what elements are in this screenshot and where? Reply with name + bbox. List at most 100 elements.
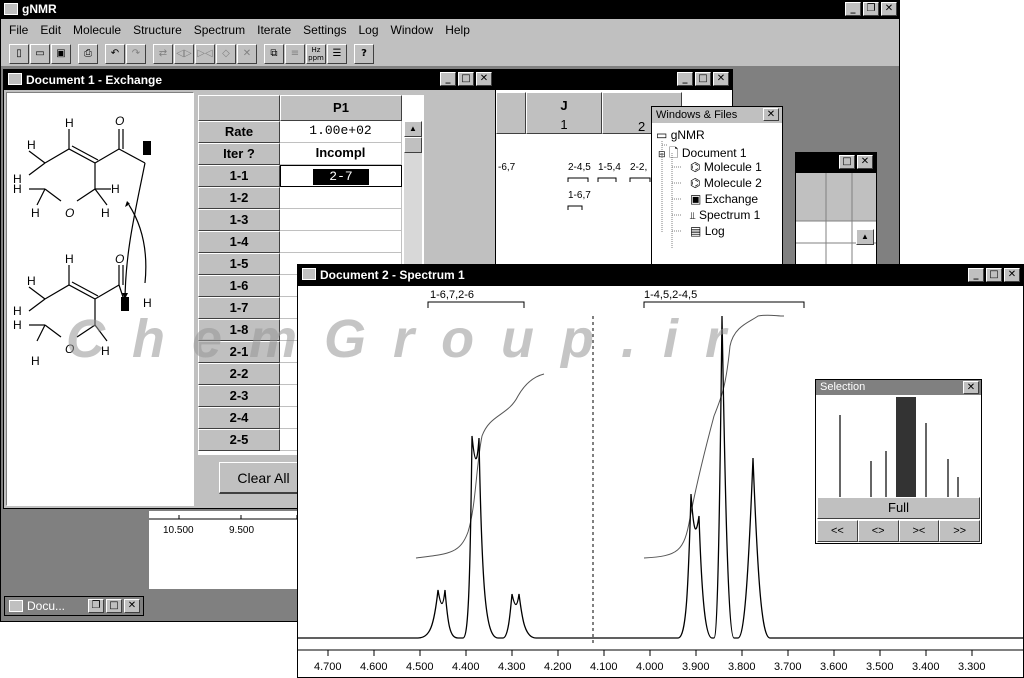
scroll-up-icon[interactable]: ▲ (404, 121, 422, 137)
menu-edit[interactable]: Edit (34, 19, 67, 41)
tree-item-exchange[interactable]: ▣ Exchange (690, 192, 758, 206)
link-icon[interactable]: ⇄ (153, 43, 173, 64)
zoom-in-button[interactable]: >< (898, 520, 940, 542)
menu-spectrum[interactable]: Spectrum (188, 19, 251, 41)
maximize-icon[interactable]: □ (106, 599, 122, 613)
app-title: gNMR (22, 2, 57, 16)
axis-tick-label: 4.700 (314, 661, 342, 673)
tree-item-log[interactable]: ▤ Log (690, 224, 725, 238)
tree-item-gnmr[interactable]: ▭ gNMR (656, 128, 705, 142)
close-icon[interactable]: ✕ (857, 155, 873, 169)
close-icon[interactable]: ✕ (1004, 268, 1020, 282)
restore-icon[interactable]: ❐ (88, 599, 104, 613)
row-label[interactable]: 2-3 (198, 385, 280, 407)
menu-window[interactable]: Window (385, 19, 440, 41)
contract-horizontal-icon[interactable]: ▷◁ (195, 43, 215, 64)
app-icon (4, 3, 18, 15)
row-label[interactable]: 1-5 (198, 253, 280, 275)
row-value-cell[interactable]: 1.00e+02 (280, 121, 402, 143)
grid-scroll-up[interactable]: ▲ (856, 229, 874, 245)
close-icon[interactable]: ✕ (763, 108, 779, 121)
print-icon[interactable]: ⎙ (78, 43, 98, 64)
row-label[interactable]: 1-3 (198, 209, 280, 231)
new-file-icon[interactable]: ▯ (9, 43, 29, 64)
row-value-cell[interactable]: 2-7 (280, 165, 402, 187)
zoom-out-button[interactable]: <> (857, 520, 899, 542)
maximize-icon[interactable]: □ (695, 72, 711, 86)
tree-item-spectrum1[interactable]: ⫫ Spectrum 1 (690, 208, 760, 222)
expand-horizontal-icon[interactable]: ◁▷ (174, 43, 194, 64)
row-label[interactable]: 2-2 (198, 363, 280, 385)
clear-all-button[interactable]: Clear All (219, 462, 309, 494)
close-icon[interactable]: ✕ (124, 599, 140, 613)
menu-file[interactable]: File (3, 19, 34, 41)
full-view-button[interactable]: Full (817, 497, 980, 519)
options-icon[interactable]: ☰ (327, 43, 347, 64)
minimized-document[interactable]: Docu... ❐ □ ✕ (4, 596, 144, 616)
close-icon[interactable]: ✕ (881, 2, 897, 16)
back-tick-0: 10.500 (163, 525, 194, 536)
tree-item-molecule1[interactable]: ⌬ Molecule 1 (690, 160, 762, 174)
maximize-icon[interactable]: □ (839, 155, 855, 169)
menu-log[interactable]: Log (353, 19, 385, 41)
list-icon[interactable]: ≡ (285, 43, 305, 64)
menu-molecule[interactable]: Molecule (67, 19, 127, 41)
selection-preview[interactable] (816, 395, 981, 497)
expand-vertical-icon[interactable]: ◇ (216, 43, 236, 64)
integral-curve-right (643, 314, 785, 559)
row-value-cell[interactable] (280, 209, 402, 231)
row-value-cell[interactable]: Incompl (280, 143, 402, 165)
row-value-cell[interactable] (280, 231, 402, 253)
minimize-icon[interactable]: _ (677, 72, 693, 86)
row-label[interactable]: 1-4 (198, 231, 280, 253)
row-label[interactable]: 1-7 (198, 297, 280, 319)
scroll-far-left-button[interactable]: << (817, 520, 858, 542)
save-icon[interactable]: ▣ (51, 43, 71, 64)
atom-h: H (31, 354, 40, 368)
row-label[interactable]: Iter ? (198, 143, 280, 165)
help-button[interactable]: ? (354, 43, 374, 64)
exchange-icon: ▣ (690, 192, 702, 206)
minimize-icon[interactable]: _ (440, 72, 456, 86)
row-label[interactable]: 2-1 (198, 341, 280, 363)
close-icon[interactable]: ✕ (713, 72, 729, 86)
menu-iterate[interactable]: Iterate (251, 19, 297, 41)
doc2-titlebar: Document 2 - Spectrum 1 _ □ ✕ (298, 265, 1023, 286)
undo-icon[interactable]: ↶ (105, 43, 125, 64)
minimize-icon[interactable]: _ (845, 2, 861, 16)
scroll-far-right-button[interactable]: >> (939, 520, 980, 542)
menu-help[interactable]: Help (439, 19, 476, 41)
row-value-cell[interactable] (280, 187, 402, 209)
column-header-p1[interactable]: P1 (280, 95, 402, 121)
row-label[interactable]: 2-4 (198, 407, 280, 429)
close-icon[interactable]: ✕ (476, 72, 492, 86)
maximize-icon[interactable]: □ (986, 268, 1002, 282)
molecule-icon: ⌬ (690, 160, 701, 174)
tree-item-molecule2[interactable]: ⌬ Molecule 2 (690, 176, 762, 190)
row-label[interactable]: 1-1 (198, 165, 280, 187)
contract-vertical-icon[interactable]: ✕ (237, 43, 257, 64)
collapse-icon[interactable]: ⊟ (658, 149, 666, 159)
selected-value[interactable]: 2-7 (313, 169, 369, 185)
molecule-pane[interactable]: H O H H H H O H H H O H H H H H O H (6, 92, 194, 506)
menu-settings[interactable]: Settings (297, 19, 352, 41)
maximize-icon[interactable]: □ (458, 72, 474, 86)
row-label[interactable]: Rate (198, 121, 280, 143)
menu-structure[interactable]: Structure (127, 19, 188, 41)
redo-icon[interactable]: ↷ (126, 43, 146, 64)
row-label[interactable]: 1-6 (198, 275, 280, 297)
annotation-1: 1-6,7,2-6 (430, 289, 474, 301)
row-label[interactable]: 1-8 (198, 319, 280, 341)
minimize-icon[interactable]: _ (968, 268, 984, 282)
hz-ppm-button[interactable]: Hz ppm (306, 43, 326, 64)
open-folder-icon[interactable]: ▭ (30, 43, 50, 64)
row-label[interactable]: 1-2 (198, 187, 280, 209)
scroll-thumb[interactable] (404, 137, 422, 153)
j-header[interactable]: J 1 (526, 92, 602, 134)
spectrum-icon: ⫫ (690, 211, 696, 222)
exchange-icon (8, 73, 22, 85)
row-label[interactable]: 2-5 (198, 429, 280, 451)
restore-icon[interactable]: ❐ (863, 2, 879, 16)
close-icon[interactable]: ✕ (963, 381, 979, 394)
copy-window-icon[interactable]: ⧉ (264, 43, 284, 64)
